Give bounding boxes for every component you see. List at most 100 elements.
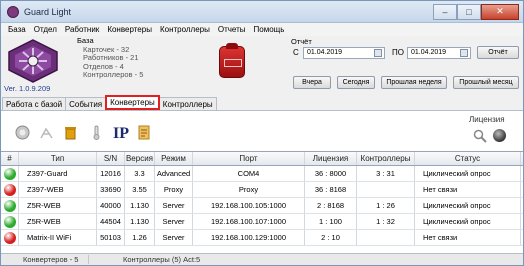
- version-cell: 3.3: [125, 166, 155, 181]
- version-cell: 1.130: [125, 214, 155, 229]
- status-cell: Циклический опрос: [415, 214, 521, 229]
- svg-text:IP: IP: [113, 125, 129, 141]
- status-cell: Нет связи: [415, 182, 521, 197]
- report-label: Отчёт: [291, 37, 312, 46]
- today-button[interactable]: Сегодня: [337, 76, 375, 89]
- yesterday-button[interactable]: Вчера: [293, 76, 331, 89]
- date-from-value: 01.04.2019: [307, 49, 343, 56]
- type-cell: Z397-WEB: [19, 182, 97, 197]
- menu-base[interactable]: База: [4, 25, 30, 34]
- status-cell: Циклический опрос: [415, 198, 521, 213]
- status-cell-indicator: [1, 198, 19, 213]
- tab-events[interactable]: События: [65, 97, 107, 110]
- status-cell-indicator: [1, 230, 19, 245]
- menu-controllers[interactable]: Контроллеры: [156, 25, 214, 34]
- column-header[interactable]: Статус: [415, 152, 521, 165]
- license-cell: 2 : 8168: [305, 198, 357, 213]
- port-cell: 192.168.100.129:1000: [193, 230, 305, 245]
- column-header[interactable]: Тип: [19, 152, 97, 165]
- delete-icon[interactable]: [63, 125, 78, 140]
- report-button[interactable]: Отчёт: [477, 46, 519, 59]
- license-cell: 36 : 8168: [305, 182, 357, 197]
- minimize-button[interactable]: –: [433, 3, 457, 20]
- port-cell: 192.168.100.107:1000: [193, 214, 305, 229]
- table-row[interactable]: Z397-Guard 12016 3.3 Advanced COM4 36 : 8000 3…: [1, 166, 523, 182]
- status-cell-indicator: [1, 182, 19, 197]
- serial-cell: 40000: [97, 198, 125, 213]
- license-cell: 1 : 100: [305, 214, 357, 229]
- thermometer-icon[interactable]: [89, 125, 104, 140]
- app-logo-icon: [7, 5, 19, 18]
- magnifier-icon[interactable]: [473, 129, 487, 143]
- type-cell: Z397-Guard: [19, 166, 97, 181]
- mode-cell: Server: [155, 198, 193, 213]
- port-cell: Proxy: [193, 182, 305, 197]
- network-icon[interactable]: [39, 125, 54, 140]
- search-device-icon[interactable]: [15, 125, 30, 140]
- converters-table: # Тип S/N Версия Режим Порт Лицензия Кон…: [1, 151, 523, 253]
- column-header[interactable]: #: [1, 152, 19, 165]
- table-row[interactable]: Z5R-WEB 44504 1.130 Server 192.168.100.107:1…: [1, 214, 523, 230]
- window-title: Guard Light: [24, 6, 72, 17]
- menu-reports[interactable]: Отчеты: [214, 25, 250, 34]
- version-cell: 1.130: [125, 198, 155, 213]
- type-cell: Matrix-II WiFi: [19, 230, 97, 245]
- calendar-icon[interactable]: [460, 49, 468, 57]
- controllers-cell: 1 : 26: [357, 198, 415, 213]
- column-header[interactable]: Режим: [155, 152, 193, 165]
- controller-device-icon: [219, 43, 245, 78]
- stats-controllers: Контроллеров - 5: [83, 70, 144, 79]
- converters-toolbar: IP Лицензия: [1, 110, 523, 151]
- serial-cell: 44504: [97, 214, 125, 229]
- column-header[interactable]: Версия: [125, 152, 155, 165]
- close-button[interactable]: ✕: [481, 3, 519, 20]
- serial-cell: 33690: [97, 182, 125, 197]
- serial-cell: 50103: [97, 230, 125, 245]
- port-cell: 192.168.100.105:1000: [193, 198, 305, 213]
- menu-help[interactable]: Помощь: [250, 25, 289, 34]
- status-indicator-icon: [3, 183, 16, 196]
- mode-cell: Server: [155, 214, 193, 229]
- tab-converters[interactable]: Конвертеры: [105, 95, 160, 110]
- serial-cell: 12016: [97, 166, 125, 181]
- mode-cell: Proxy: [155, 182, 193, 197]
- table-row[interactable]: Matrix-II WiFi 50103 1.26 Server 192.168.100…: [1, 230, 523, 246]
- guard-logo-icon: [8, 39, 58, 83]
- controllers-cell: 1 : 32: [357, 214, 415, 229]
- status-indicator-icon: [3, 167, 16, 180]
- table-row[interactable]: Z397-WEB 33690 3.55 Proxy Proxy 36 : 8168 Нет …: [1, 182, 523, 198]
- menu-department[interactable]: Отдел: [30, 25, 61, 34]
- date-to-picker[interactable]: 01.04.2019: [407, 47, 471, 59]
- ip-settings-icon[interactable]: IP: [113, 123, 131, 141]
- date-from-picker[interactable]: 01.04.2019: [303, 47, 385, 59]
- column-header[interactable]: S/N: [97, 152, 125, 165]
- last-month-button[interactable]: Прошлый месяц: [453, 76, 519, 89]
- column-header[interactable]: Контроллеры: [357, 152, 415, 165]
- last-week-button[interactable]: Прошлая неделя: [381, 76, 447, 89]
- menu-bar: База Отдел Работник Конвертеры Контролле…: [1, 23, 523, 36]
- tab-database[interactable]: Работа с базой: [2, 97, 67, 110]
- globe-icon[interactable]: [493, 129, 506, 142]
- calendar-icon[interactable]: [374, 49, 382, 57]
- document-icon[interactable]: [137, 125, 152, 140]
- type-cell: Z5R-WEB: [19, 214, 97, 229]
- menu-worker[interactable]: Работник: [61, 25, 103, 34]
- report-panel: Отчёт С 01.04.2019 ПО 01.04.2019 Отчёт В…: [289, 36, 521, 94]
- menu-converters[interactable]: Конвертеры: [103, 25, 156, 34]
- controllers-cell: [357, 230, 415, 245]
- tab-controllers[interactable]: Контроллеры: [158, 97, 217, 110]
- date-to-label: ПО: [392, 48, 404, 57]
- column-header[interactable]: Порт: [193, 152, 305, 165]
- controllers-cell: [357, 182, 415, 197]
- license-cell: 2 : 10: [305, 230, 357, 245]
- controllers-cell: 3 : 31: [357, 166, 415, 181]
- column-header[interactable]: Лицензия: [305, 152, 357, 165]
- table-row[interactable]: Z5R-WEB 40000 1.130 Server 192.168.100.105:1…: [1, 198, 523, 214]
- status-indicator-icon: [3, 231, 16, 244]
- base-stats: База Карточек - 32 Работников - 21 Отдел…: [77, 36, 144, 80]
- maximize-button[interactable]: □: [457, 3, 481, 20]
- version-cell: 3.55: [125, 182, 155, 197]
- status-indicator-icon: [3, 199, 16, 212]
- status-cell-indicator: [1, 214, 19, 229]
- app-window: Guard Light – □ ✕ База Отдел Работник Ко…: [0, 0, 524, 266]
